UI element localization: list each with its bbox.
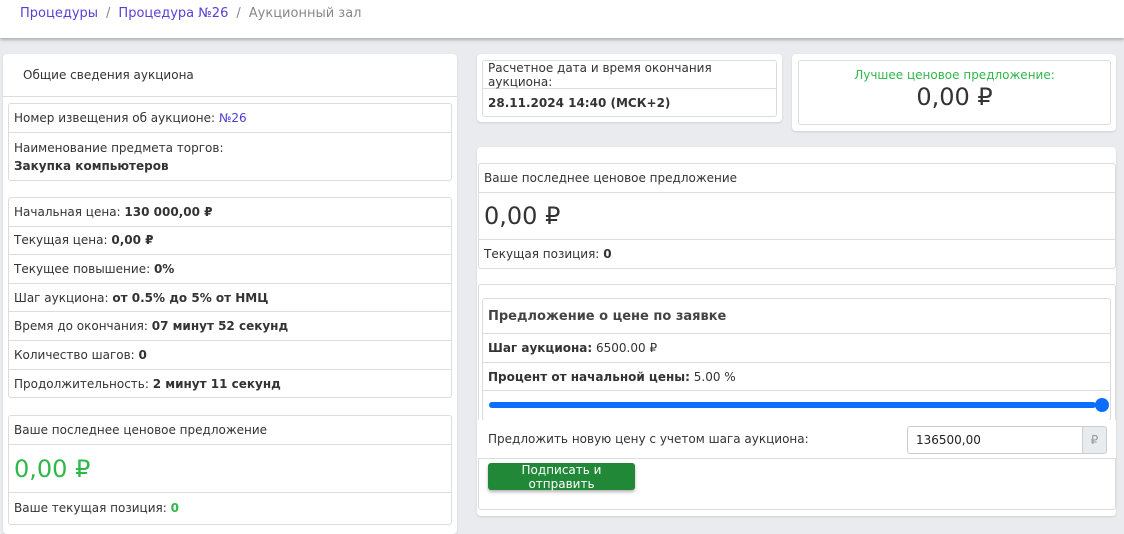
- my-offer-title: Ваше последнее ценовое предложение: [479, 164, 1115, 193]
- percent-value: 5.00 %: [693, 369, 736, 384]
- new-price-input[interactable]: [907, 426, 1083, 454]
- bid-box: Предложение о цене по заявке Шаг аукцион…: [482, 298, 1111, 421]
- param-value: 2 минут 11 секунд: [152, 376, 281, 391]
- last-offer-value: 0,00 ₽: [9, 445, 451, 493]
- last-offer-title: Ваше последнее ценовое предложение: [9, 416, 451, 445]
- best-offer-card: Лучшее ценовое предложение: 0,00 ₽: [792, 54, 1116, 131]
- last-offer-box: Ваше последнее ценовое предложение 0,00 …: [8, 415, 452, 525]
- subject-value: Закупка компьютеров: [14, 158, 169, 173]
- general-info-title: Общие сведения аукциона: [3, 54, 457, 97]
- subject-label: Наименование предмета торгов:: [14, 140, 224, 155]
- breadcrumb-current: Аукционный зал: [248, 6, 362, 21]
- notice-box: Номер извещения об аукционе: №26 Наимено…: [8, 103, 452, 181]
- general-info-card: Общие сведения аукциона Номер извещения …: [3, 54, 457, 534]
- param-label: Начальная цена:: [14, 204, 121, 219]
- bid-title: Предложение о цене по заявке: [483, 299, 1110, 334]
- new-price-row: Предложить новую цену с учетом шага аукц…: [478, 420, 1116, 459]
- top-bar: Процедуры / Процедура №26/Аукционный зал: [0, 0, 1124, 38]
- param-row: Шаг аукциона: от 0.5% до 5% от НМЦ: [9, 284, 451, 313]
- end-time-label: Расчетное дата и время окончания аукцион…: [483, 61, 776, 89]
- best-offer-label: Лучшее ценовое предложение:: [854, 68, 1055, 82]
- param-row: Количество шагов: 0: [9, 341, 451, 370]
- param-value: 130 000,00 ₽: [124, 204, 213, 219]
- param-row: Текущая цена: 0,00 ₽: [9, 227, 451, 256]
- breadcrumb: Процедуры / Процедура №26/Аукционный зал: [20, 6, 362, 21]
- step-label: Шаг аукциона:: [488, 341, 593, 355]
- param-label: Продолжительность:: [14, 376, 149, 391]
- position-label: Ваше текущая позиция:: [14, 500, 167, 515]
- my-position-value: 0: [603, 247, 612, 261]
- best-offer-value: 0,00 ₽: [916, 83, 993, 111]
- currency-addon: ₽: [1083, 426, 1107, 454]
- param-label: Время до окончания:: [14, 319, 148, 334]
- position-value: 0: [170, 500, 179, 515]
- my-offer-box: Ваше последнее ценовое предложение 0,00 …: [478, 163, 1116, 269]
- notice-value[interactable]: №26: [219, 111, 247, 125]
- param-label: Шаг аукциона:: [14, 290, 109, 305]
- slider-track: [489, 402, 1096, 408]
- breadcrumb-procedures[interactable]: Процедуры: [20, 6, 98, 21]
- new-price-group: ₽: [907, 426, 1107, 454]
- step-value: 6500.00 ₽: [596, 341, 658, 355]
- new-price-label: Предложить новую цену с учетом шага аукц…: [488, 432, 809, 446]
- notice-label: Номер извещения об аукционе:: [14, 111, 216, 125]
- param-value: 07 минут 52 секунд: [151, 319, 289, 334]
- param-label: Текущее повышение:: [14, 261, 151, 276]
- end-time-value: 28.11.2024 14:40 (МСК+2): [488, 96, 671, 110]
- param-row: Текущее повышение: 0%: [9, 255, 451, 284]
- bid-card: Ваше последнее ценовое предложение 0,00 …: [477, 147, 1116, 516]
- submit-button[interactable]: Подписать и отправить: [488, 463, 635, 491]
- param-row: Начальная цена: 130 000,00 ₽: [9, 198, 451, 227]
- param-row: Время до окончания: 07 минут 52 секунд: [9, 312, 451, 341]
- breadcrumb-procedure-26[interactable]: Процедура №26: [118, 6, 228, 21]
- my-offer-value: 0,00 ₽: [479, 193, 1115, 240]
- slider-fill: [489, 402, 1096, 408]
- end-time-card: Расчетное дата и время окончания аукцион…: [477, 54, 782, 122]
- percent-slider[interactable]: [483, 391, 1110, 420]
- params-box: Начальная цена: 130 000,00 ₽ Текущая цена…: [8, 197, 452, 398]
- param-value: 0: [138, 347, 147, 362]
- my-position-label: Текущая позиция:: [484, 247, 600, 261]
- param-row: Продолжительность: 2 минут 11 секунд: [9, 370, 451, 399]
- param-value: от 0.5% до 5% от НМЦ: [112, 290, 269, 305]
- param-value: 0%: [153, 261, 175, 276]
- param-label: Количество шагов:: [14, 347, 135, 362]
- slider-thumb[interactable]: [1095, 398, 1109, 412]
- param-label: Текущая цена:: [14, 233, 108, 248]
- percent-label: Процент от начальной цены:: [488, 369, 690, 384]
- param-value: 0,00 ₽: [111, 233, 154, 248]
